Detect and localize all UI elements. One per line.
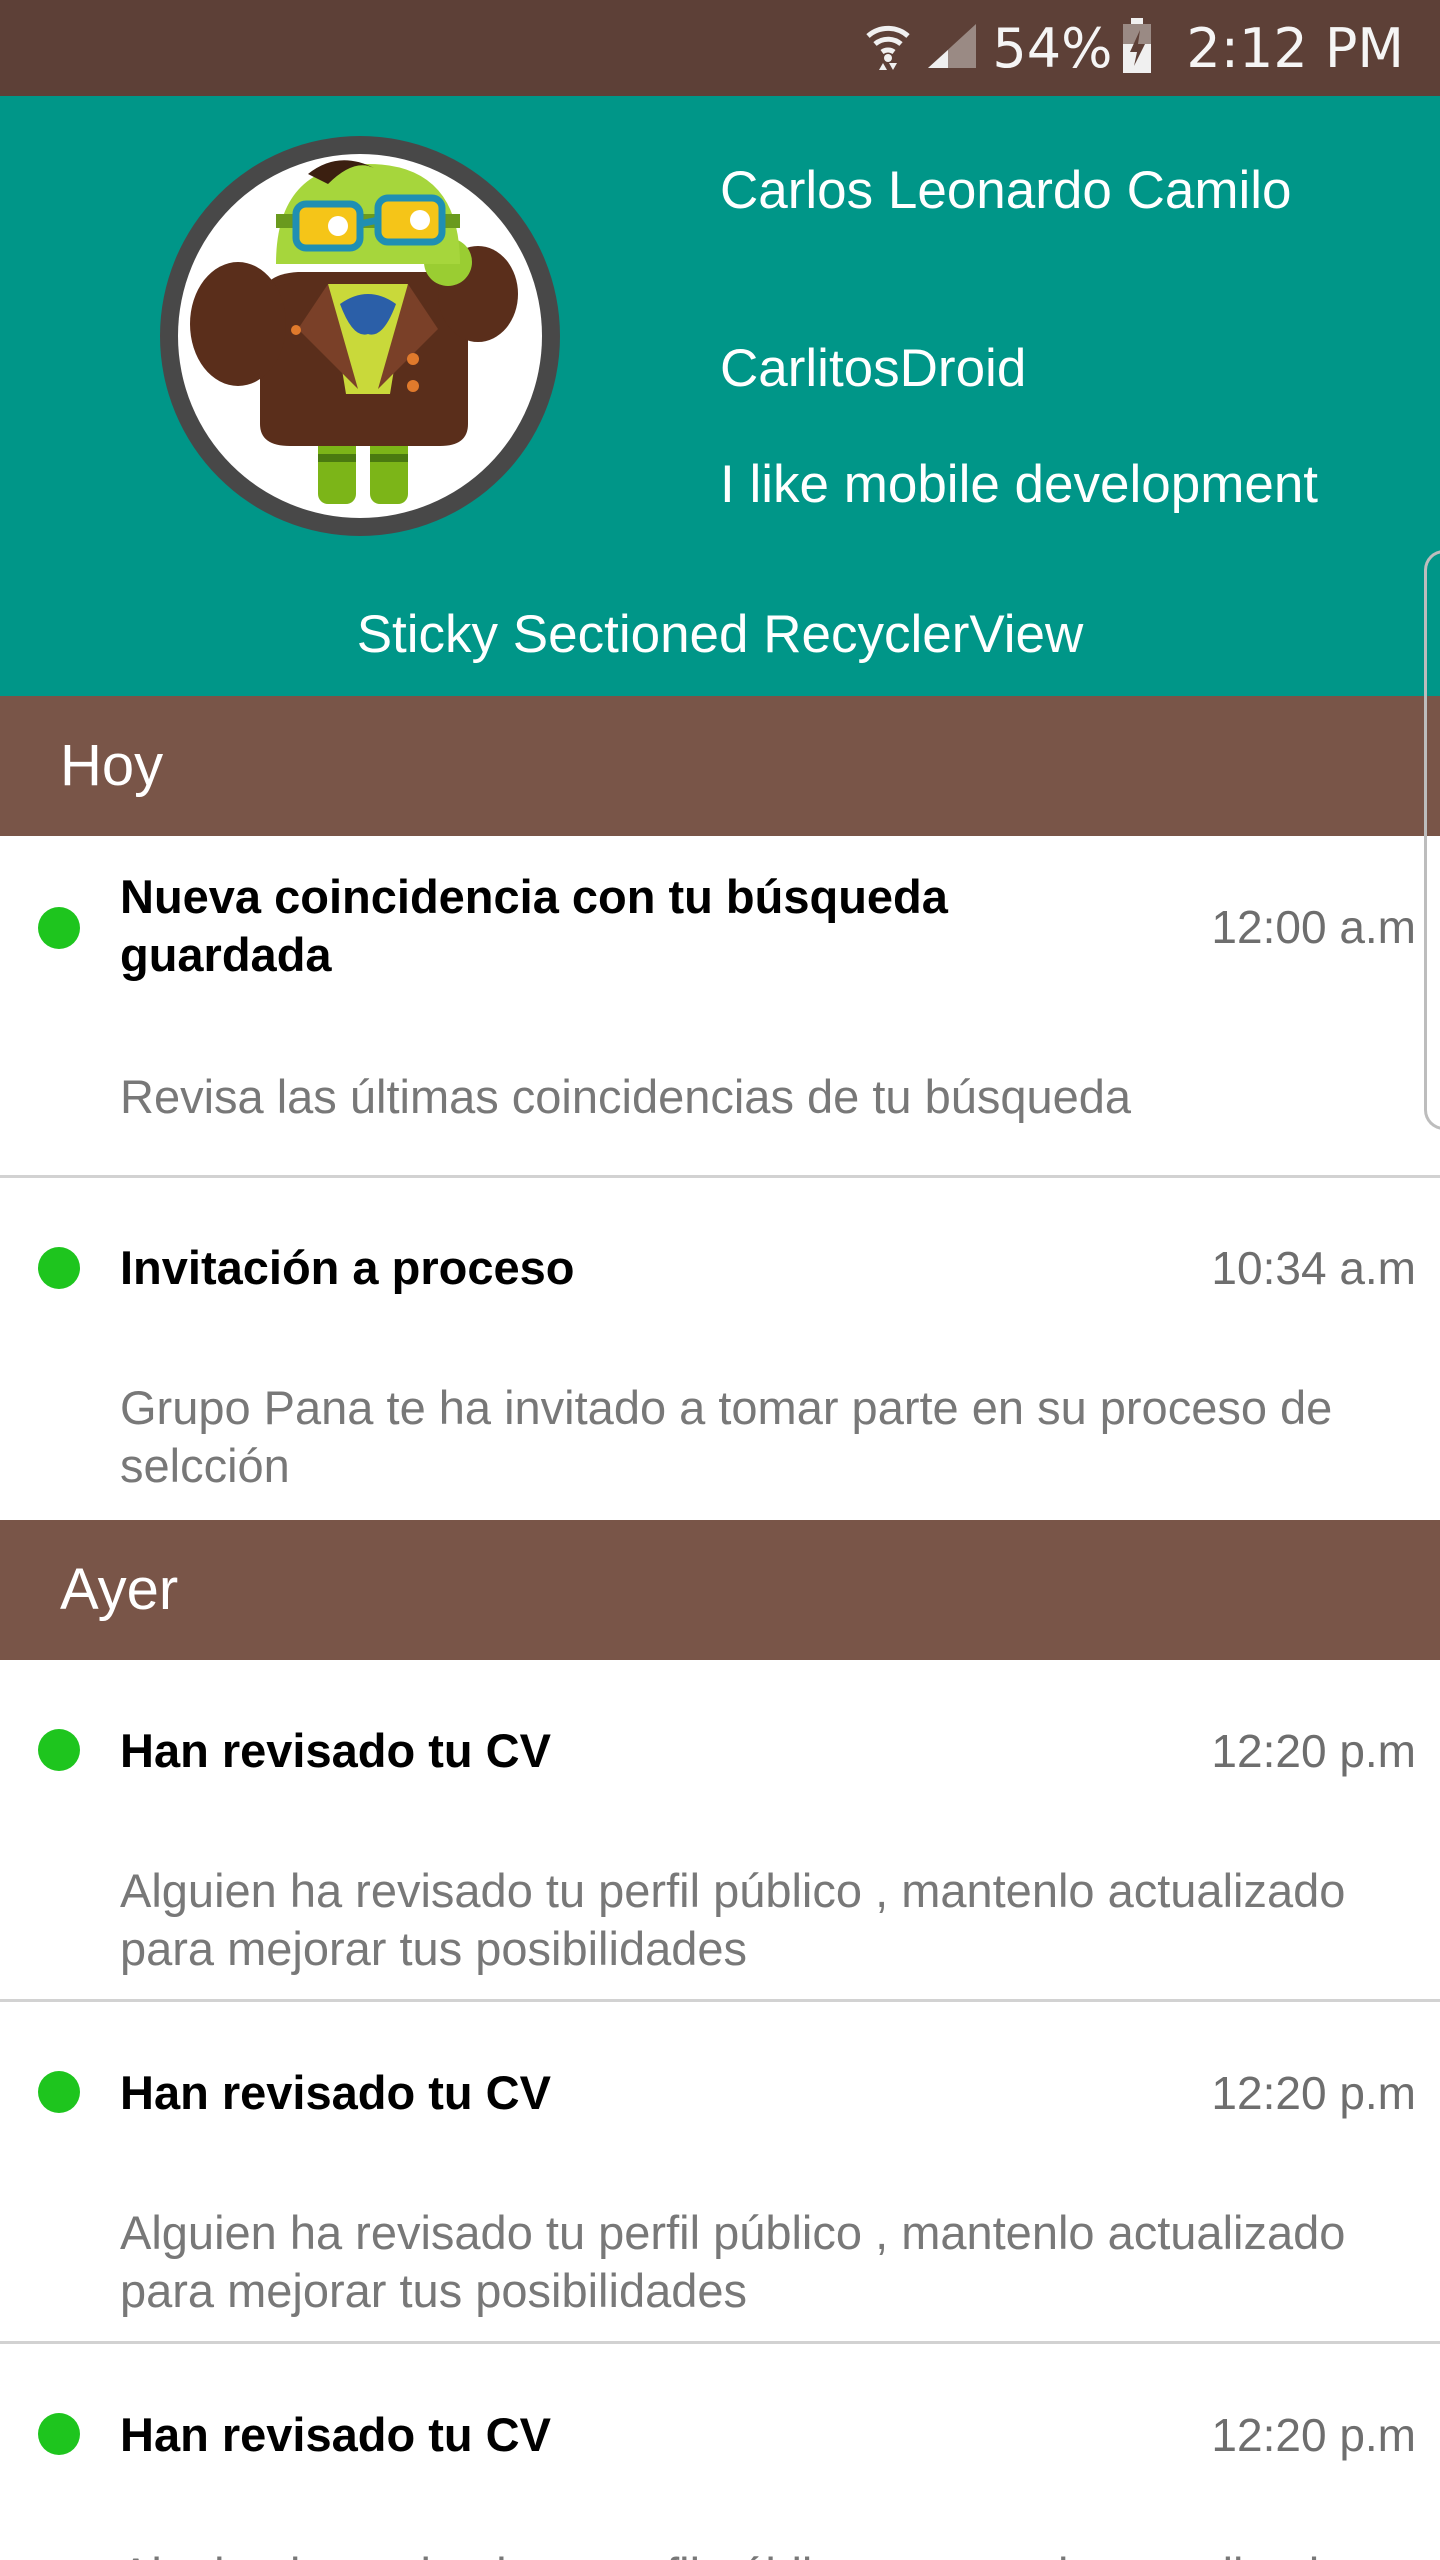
list-item[interactable]: Han revisado tu CV 12:20 p.m Alguien ha … [0,2344,1440,2560]
edge-panel-handle[interactable] [1424,550,1440,1130]
profile-name: Carlos Leonardo Camilo [720,161,1292,220]
item-title: Han revisado tu CV [120,2408,551,2461]
item-title: Han revisado tu CV [120,1724,551,1777]
unread-dot-icon [38,1729,80,1771]
item-title: Han revisado tu CV [120,2066,551,2119]
item-time: 12:20 p.m [1211,1725,1416,1777]
clock: 2:12 PM [1186,16,1404,80]
signal-icon [926,22,978,74]
unread-dot-icon [38,907,80,949]
unread-dot-icon [38,2413,80,2455]
profile-header: Carlos Leonardo Camilo CarlitosDroid I l… [0,96,1440,696]
section-header-ayer: Ayer [0,1520,1440,1660]
list-item[interactable]: Invitación a proceso 10:34 a.m Grupo Pan… [0,1178,1440,1518]
item-description: Alguien ha revisado tu perfil público , … [120,2206,1346,2317]
section-label: Hoy [60,733,164,798]
list-item[interactable]: Han revisado tu CV 12:20 p.m Alguien ha … [0,2002,1440,2342]
item-time: 12:00 a.m [1211,901,1416,953]
item-description: Revisa las últimas coincidencias de tu b… [120,1070,1132,1123]
section-label: Ayer [60,1557,179,1622]
item-title: Nueva coincidencia con tu búsqueda guard… [120,870,948,981]
unread-dot-icon [38,1247,80,1289]
section-header-hoy: Hoy [0,696,1440,836]
battery-charging-icon [1122,18,1152,78]
item-time: 12:20 p.m [1211,2409,1416,2461]
list-item[interactable]: Nueva coincidencia con tu búsqueda guard… [0,836,1440,1176]
avatar[interactable] [160,136,560,536]
profile-bio: I like mobile development [720,455,1319,514]
battery-percent: 54% [992,16,1113,80]
item-description: Grupo Pana te ha invitado a tomar parte … [120,1381,1333,1492]
item-description: Alguien ha revisado tu perfil público , … [120,2546,1420,2560]
item-title: Invitación a proceso [120,1241,575,1294]
item-time: 12:20 p.m [1211,2067,1416,2119]
list-item[interactable]: Han revisado tu CV 12:20 p.m Alguien ha … [0,1660,1440,2000]
unread-dot-icon [38,2071,80,2113]
item-description: Alguien ha revisado tu perfil público , … [120,1864,1346,1975]
status-bar: 54% 2:12 PM [0,0,1440,96]
item-time: 10:34 a.m [1211,1242,1416,1294]
wifi-icon [864,20,912,76]
profile-username: CarlitosDroid [720,339,1027,398]
header-caption: Sticky Sectioned RecyclerView [356,605,1084,664]
android-robot-avatar-icon [178,154,542,518]
